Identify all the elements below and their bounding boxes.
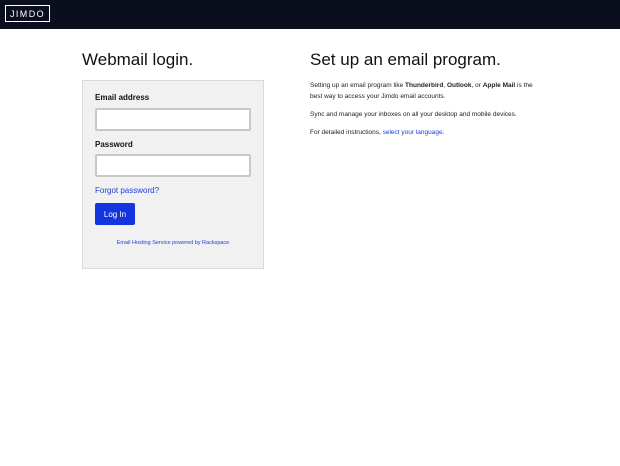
app-name-thunderbird: Thunderbird xyxy=(405,82,444,89)
top-bar: JIMDO xyxy=(0,0,620,29)
email-field[interactable] xyxy=(95,108,251,131)
powered-by-link[interactable]: Email Hosting Service powered by Rackspa… xyxy=(83,240,263,246)
login-column: Webmail login. xyxy=(82,49,264,71)
setup-intro-prefix: Setting up an email program like xyxy=(310,82,406,89)
login-form: Email address Password Forgot password? … xyxy=(82,80,264,269)
app-name-apple-mail: Apple Mail xyxy=(482,82,516,89)
jimdo-logo[interactable]: JIMDO xyxy=(5,5,50,22)
password-field[interactable] xyxy=(95,154,251,177)
select-language-link[interactable]: select your language xyxy=(383,129,443,136)
login-title: Webmail login. xyxy=(82,50,194,69)
setup-instructions-text: For detailed instructions, select your l… xyxy=(310,127,545,138)
instructions-suffix: . xyxy=(442,129,445,136)
email-label: Email address xyxy=(95,93,150,102)
app-name-outlook: Outlook xyxy=(446,82,472,89)
forgot-password-link[interactable]: Forgot password? xyxy=(95,186,159,195)
separator: , or xyxy=(471,82,483,89)
setup-column: Set up an email program. Setting up an e… xyxy=(310,49,550,136)
setup-title: Set up an email program. xyxy=(310,50,501,69)
login-button[interactable]: Log In xyxy=(95,203,135,225)
setup-intro-text: Setting up an email program like Thunder… xyxy=(310,80,545,102)
instructions-prefix: For detailed instructions, xyxy=(310,129,383,136)
setup-sync-text: Sync and manage your inboxes on all your… xyxy=(310,111,517,118)
password-label: Password xyxy=(95,140,133,149)
